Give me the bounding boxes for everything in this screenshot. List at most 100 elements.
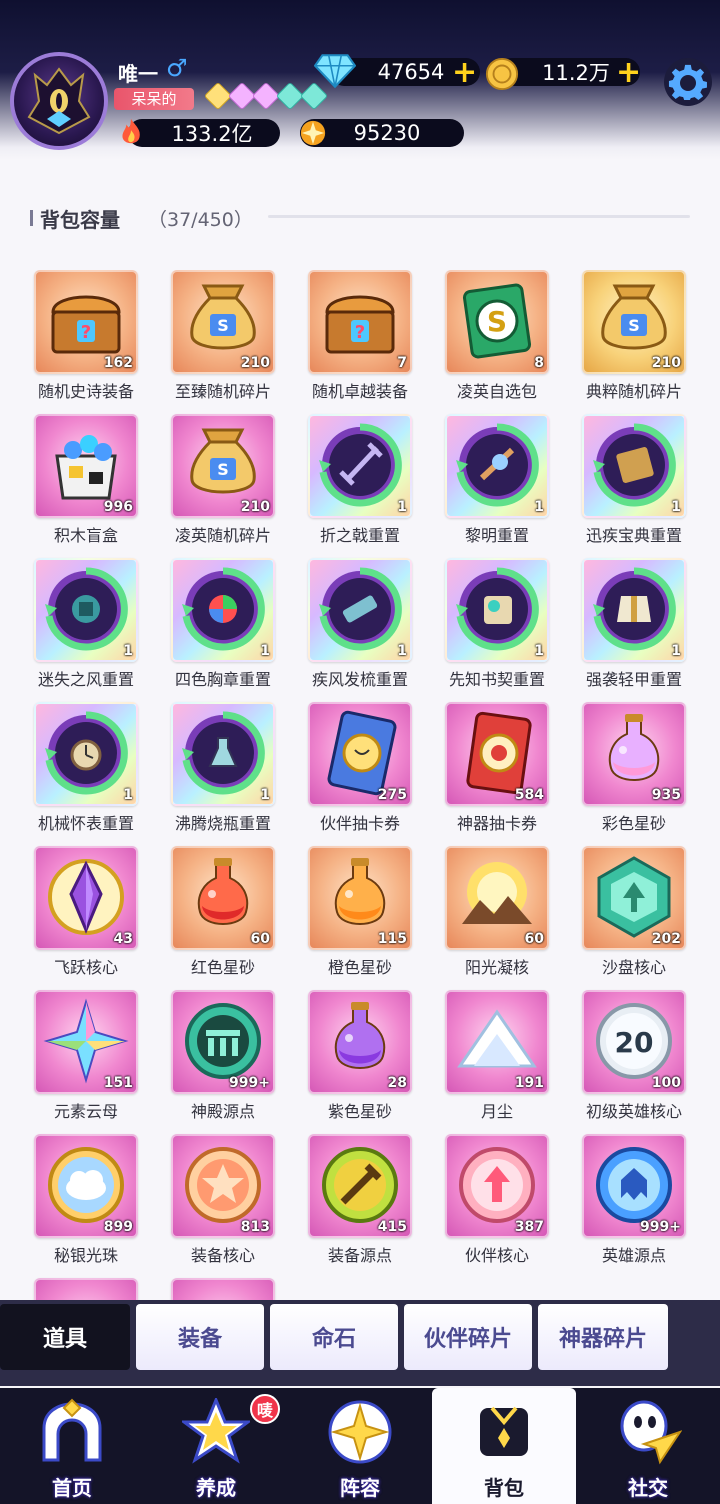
inventory-item[interactable]: 28 紫色星砂 — [308, 990, 412, 1122]
inventory-item[interactable]: S 210 典粹随机碎片 — [582, 270, 686, 402]
inventory-item[interactable]: 415 装备源点 — [308, 1134, 412, 1266]
item-tile[interactable]: 996 — [34, 414, 138, 518]
item-tile[interactable]: 1 — [308, 558, 412, 662]
tab-items[interactable]: 道具 — [0, 1304, 130, 1370]
item-quantity: 1 — [123, 787, 133, 803]
item-tile[interactable]: 115 — [308, 846, 412, 950]
item-quantity: 151 — [103, 1075, 133, 1091]
nav-lineup[interactable]: 阵容 — [288, 1388, 432, 1504]
item-tile[interactable]: 28 — [308, 990, 412, 1094]
item-tile[interactable]: 60 — [445, 846, 549, 950]
capacity-label: 背包容量 — [40, 208, 120, 232]
item-tile[interactable]: 191 — [445, 990, 549, 1094]
item-tile[interactable]: 275 — [308, 702, 412, 806]
item-tile-partial[interactable] — [34, 1278, 138, 1300]
item-tile[interactable]: 20 100 — [582, 990, 686, 1094]
item-name: 四色胸章重置 — [174, 670, 271, 689]
item-tile[interactable]: 1 — [582, 414, 686, 518]
add-diamond-button[interactable]: + — [452, 58, 477, 88]
inventory-item[interactable]: 1 先知书契重置 — [445, 558, 549, 690]
item-tile[interactable]: 202 — [582, 846, 686, 950]
inventory-item[interactable]: 1 疾风发梳重置 — [308, 558, 412, 690]
inventory-item[interactable]: 1 折之戟重置 — [308, 414, 412, 546]
item-tile[interactable]: 387 — [445, 1134, 549, 1238]
top-header: 唯一 ♂ 呆呆的 47654 + 11.2万 + 133.2亿 95230 — [0, 0, 720, 160]
inventory-item[interactable]: 1 强袭轻甲重置 — [582, 558, 686, 690]
tab-fate-stones[interactable]: 命石 — [270, 1304, 398, 1370]
inventory-item[interactable]: S 210 至臻随机碎片 — [171, 270, 275, 402]
inventory-item[interactable]: ? 7 随机卓越装备 — [308, 270, 412, 402]
item-tile[interactable]: ? 7 — [308, 270, 412, 374]
temple-orb-icon — [185, 1003, 261, 1079]
item-quantity: 1 — [397, 643, 407, 659]
inventory-item[interactable]: 1 沸腾烧瓶重置 — [171, 702, 275, 834]
inventory-item[interactable]: 935 彩色星砂 — [582, 702, 686, 834]
settings-button[interactable] — [664, 58, 712, 106]
inventory-item[interactable]: S 8 凌英自选包 — [445, 270, 549, 402]
item-quantity: 162 — [103, 355, 133, 371]
item-tile[interactable]: 1 — [171, 702, 275, 806]
inventory-item[interactable]: 1 四色胸章重置 — [171, 558, 275, 690]
inventory-item[interactable]: S 210 凌英随机碎片 — [171, 414, 275, 546]
item-quantity: 210 — [240, 355, 270, 371]
item-tile[interactable]: S 210 — [171, 414, 275, 518]
item-tile[interactable]: 999+ — [582, 1134, 686, 1238]
item-tile[interactable]: 151 — [34, 990, 138, 1094]
item-tile[interactable]: ? 162 — [34, 270, 138, 374]
item-tile[interactable]: 1 — [34, 558, 138, 662]
item-tile[interactable]: 1 — [308, 414, 412, 518]
tab-partner-shards[interactable]: 伙伴碎片 — [404, 1304, 532, 1370]
tab-artifact-shards[interactable]: 神器碎片 — [538, 1304, 668, 1370]
tab-equipment[interactable]: 装备 — [136, 1304, 264, 1370]
inventory-item[interactable]: 996 积木盲盒 — [34, 414, 138, 546]
item-tile[interactable]: 1 — [171, 558, 275, 662]
inventory-item[interactable]: 275 伙伴抽卡券 — [308, 702, 412, 834]
partner-core-icon — [459, 1147, 535, 1223]
nav-home[interactable]: 首页 — [0, 1388, 144, 1504]
item-tile[interactable]: S 210 — [582, 270, 686, 374]
inventory-item[interactable]: 899 秘银光珠 — [34, 1134, 138, 1266]
inventory-item[interactable]: 60 阳光凝核 — [445, 846, 549, 978]
add-gold-button[interactable]: + — [616, 58, 641, 88]
item-tile[interactable]: 1 — [445, 558, 549, 662]
item-tile[interactable]: 1 — [34, 702, 138, 806]
inventory-item[interactable]: 20 100 初级英雄核心 — [582, 990, 686, 1122]
inventory-item[interactable]: 43 飞跃核心 — [34, 846, 138, 978]
item-tile[interactable]: 60 — [171, 846, 275, 950]
inventory-item[interactable]: 1 迷失之风重置 — [34, 558, 138, 690]
inventory-item[interactable]: 1 机械怀表重置 — [34, 702, 138, 834]
cloud-orb-icon — [48, 1147, 124, 1223]
inventory-item[interactable]: ? 162 随机史诗装备 — [34, 270, 138, 402]
item-tile[interactable]: 1 — [445, 414, 549, 518]
item-tile[interactable]: 584 — [445, 702, 549, 806]
item-quantity: 584 — [514, 787, 544, 803]
item-name: 机械怀表重置 — [37, 814, 134, 833]
item-tile[interactable]: 899 — [34, 1134, 138, 1238]
inventory-item[interactable]: 60 红色星砂 — [171, 846, 275, 978]
item-tile[interactable]: 935 — [582, 702, 686, 806]
inventory-item[interactable]: 387 伙伴核心 — [445, 1134, 549, 1266]
nav-backpack[interactable]: 背包 — [432, 1388, 576, 1504]
inventory-item[interactable]: 1 黎明重置 — [445, 414, 549, 546]
item-tile[interactable]: 415 — [308, 1134, 412, 1238]
item-name: 典粹随机碎片 — [585, 382, 682, 401]
item-tile-partial[interactable] — [171, 1278, 275, 1300]
bottom-nav: 首页 养成 阵容 背包 社交 — [0, 1388, 720, 1504]
player-avatar[interactable] — [10, 52, 108, 150]
inventory-item[interactable]: 999+ 神殿源点 — [171, 990, 275, 1122]
inventory-item[interactable]: 999+ 英雄源点 — [582, 1134, 686, 1266]
item-tile[interactable]: 999+ — [171, 990, 275, 1094]
inventory-item[interactable]: 1 迅疾宝典重置 — [582, 414, 686, 546]
inventory-item[interactable]: 151 元素云母 — [34, 990, 138, 1122]
item-tile[interactable]: 43 — [34, 846, 138, 950]
nav-social[interactable]: 社交 — [576, 1388, 720, 1504]
inventory-item[interactable]: 191 月尘 — [445, 990, 549, 1122]
item-tile[interactable]: S8 — [445, 270, 549, 374]
item-tile[interactable]: S 210 — [171, 270, 275, 374]
inventory-item[interactable]: 115 橙色星砂 — [308, 846, 412, 978]
item-tile[interactable]: 813 — [171, 1134, 275, 1238]
inventory-item[interactable]: 202 沙盘核心 — [582, 846, 686, 978]
item-tile[interactable]: 1 — [582, 558, 686, 662]
inventory-item[interactable]: 813 装备核心 — [171, 1134, 275, 1266]
inventory-item[interactable]: 584 神器抽卡券 — [445, 702, 549, 834]
